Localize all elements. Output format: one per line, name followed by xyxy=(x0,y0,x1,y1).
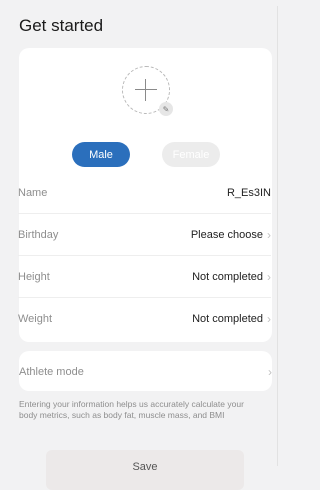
chevron-right-icon: › xyxy=(267,311,271,326)
plus-icon xyxy=(135,79,157,101)
chevron-right-icon: › xyxy=(267,269,271,284)
info-note: Entering your information helps us accur… xyxy=(19,399,244,420)
avatar-upload[interactable]: ✎ xyxy=(122,66,173,116)
gender-male-button[interactable]: Male xyxy=(72,142,130,167)
row-athlete-mode[interactable]: Athlete mode › xyxy=(19,351,272,392)
row-birthday[interactable]: Birthday Please choose › xyxy=(18,214,271,255)
pencil-icon[interactable]: ✎ xyxy=(159,102,173,116)
row-name[interactable]: Name R_Es3IN xyxy=(18,172,271,213)
row-label: Weight xyxy=(18,312,53,325)
row-value: Not completed xyxy=(192,312,263,325)
athlete-mode-card[interactable]: Athlete mode › xyxy=(19,351,272,391)
row-label: Name xyxy=(18,186,48,199)
save-button[interactable]: Save xyxy=(46,450,244,490)
row-label: Birthday xyxy=(18,228,59,241)
chevron-right-icon: › xyxy=(268,364,272,379)
row-value: Please choose xyxy=(190,228,263,241)
gender-female-button[interactable]: Female xyxy=(162,142,220,167)
athlete-mode-label: Athlete mode xyxy=(19,365,84,378)
scroll-edge xyxy=(277,6,278,466)
profile-card: ✎ Male Female Name R_Es3IN Birthday Plea… xyxy=(18,48,272,342)
chevron-right-icon: › xyxy=(267,227,271,242)
row-label: Height xyxy=(18,270,50,283)
row-value: Not completed xyxy=(192,270,263,283)
page-title: Get started xyxy=(19,16,104,35)
row-value: R_Es3IN xyxy=(226,186,271,199)
row-weight[interactable]: Weight Not completed › xyxy=(18,298,271,339)
row-height[interactable]: Height Not completed › xyxy=(18,256,271,297)
